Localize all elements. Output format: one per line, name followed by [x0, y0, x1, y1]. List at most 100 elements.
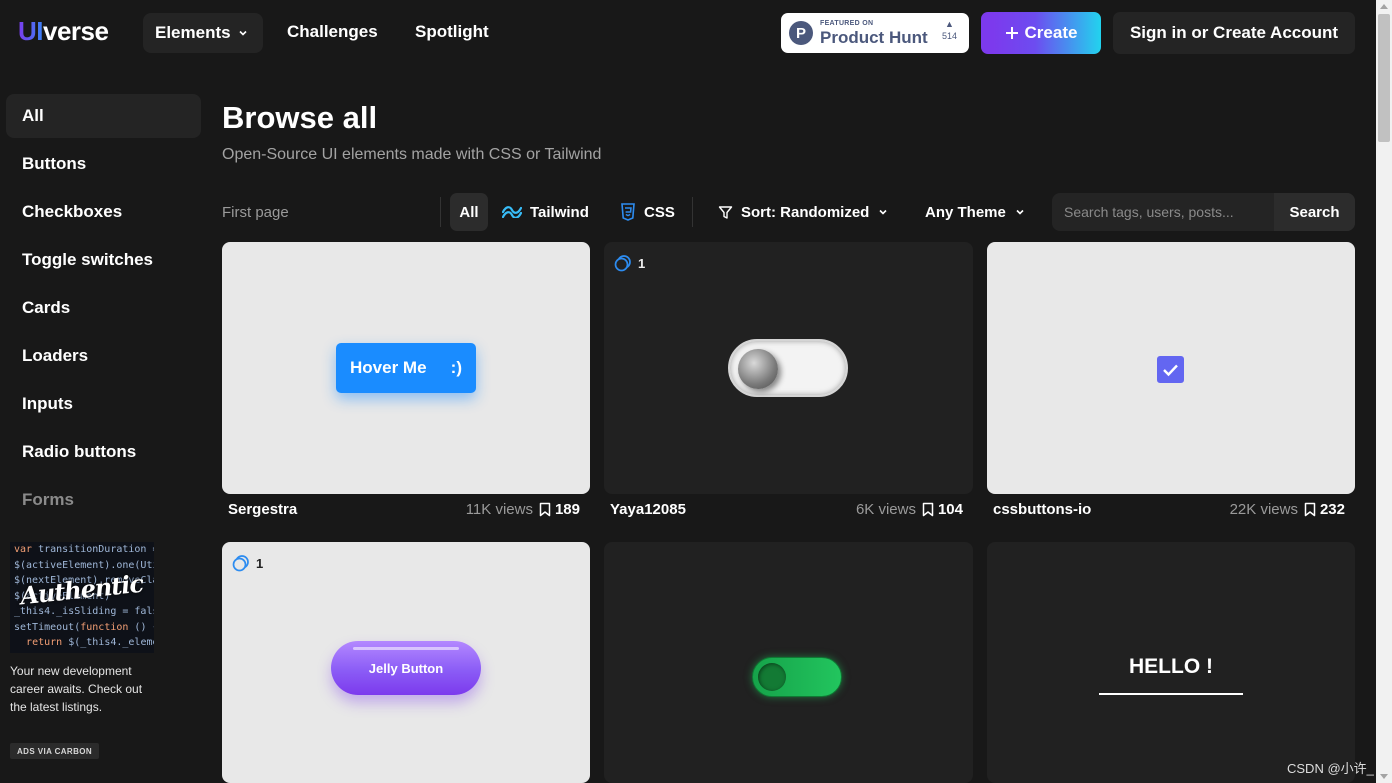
- scroll-thumb[interactable]: [1378, 14, 1390, 142]
- product-hunt-badge[interactable]: P FEATURED ON Product Hunt ▲ 514: [781, 13, 969, 53]
- toggle-knob: [758, 663, 786, 691]
- first-page-label: First page: [222, 204, 289, 221]
- carbon-ad-image[interactable]: var transitionDuration = Uti $(activeEle…: [10, 542, 154, 653]
- page-title: Browse all: [222, 100, 378, 135]
- page-subtitle: Open-Source UI elements made with CSS or…: [222, 146, 602, 163]
- element-card[interactable]: HELLO !: [987, 542, 1355, 783]
- sidebar-item-buttons[interactable]: Buttons: [6, 142, 201, 186]
- card-views: 22K views: [1229, 501, 1298, 518]
- element-card[interactable]: Hover Me :): [222, 242, 590, 494]
- filter-tailwind-label: Tailwind: [530, 203, 589, 221]
- page-scrollbar[interactable]: [1376, 0, 1392, 783]
- chevron-down-icon: [879, 209, 887, 215]
- product-hunt-count: 514: [941, 30, 957, 41]
- csdn-watermark: CSDN @小许_: [1287, 761, 1374, 776]
- card-saves[interactable]: 232: [1304, 501, 1345, 518]
- filter-css-label: CSS: [644, 203, 675, 221]
- product-hunt-icon: P: [789, 21, 813, 45]
- variants-indicator: 1: [232, 554, 263, 572]
- card-saves[interactable]: 189: [539, 501, 580, 518]
- signin-button[interactable]: Sign in or Create Account: [1113, 12, 1355, 54]
- toggle-knob: [738, 349, 778, 389]
- search-input[interactable]: [1052, 193, 1274, 231]
- card-author[interactable]: Sergestra: [228, 501, 297, 518]
- uiverse-logo[interactable]: UIverse: [18, 16, 109, 47]
- logo-ui: UI: [18, 16, 44, 46]
- create-label: Create: [1024, 23, 1078, 42]
- sort-label: Sort: Randomized: [741, 203, 870, 221]
- sidebar-item-checkboxes[interactable]: Checkboxes: [6, 190, 201, 234]
- hello-text-preview: HELLO !: [1129, 655, 1213, 678]
- bookmark-icon: [1304, 502, 1316, 517]
- chevron-down-icon: [239, 30, 247, 36]
- divider: [440, 197, 441, 227]
- css3-icon: [621, 203, 635, 221]
- sidebar-item-toggle-switches[interactable]: Toggle switches: [6, 238, 201, 282]
- checkbox-preview[interactable]: [1157, 356, 1184, 383]
- search-box: Search: [1052, 193, 1355, 231]
- element-card[interactable]: [987, 242, 1355, 494]
- upvote-icon: ▲: [945, 19, 954, 29]
- element-card[interactable]: 1: [604, 242, 973, 494]
- sidebar-item-inputs[interactable]: Inputs: [6, 382, 201, 426]
- bookmark-icon: [539, 502, 551, 517]
- filter-css-button[interactable]: CSS: [620, 193, 675, 231]
- sidebar-item-radio-buttons[interactable]: Radio buttons: [6, 430, 201, 474]
- card-views: 11K views: [465, 501, 533, 518]
- scroll-down-arrow[interactable]: [1380, 774, 1388, 779]
- challenges-link[interactable]: Challenges: [287, 22, 378, 42]
- variants-icon: [614, 255, 631, 272]
- product-hunt-featured: FEATURED ON: [820, 20, 874, 27]
- theme-label: Any Theme: [925, 203, 1006, 221]
- filter-bar: First page All Tailwind CSS Sort: Random…: [222, 193, 1355, 231]
- card-meta: Sergestra 11K views 189: [222, 501, 590, 521]
- card-author[interactable]: Yaya12085: [610, 501, 686, 518]
- variants-count: 1: [638, 255, 646, 271]
- variants-count: 1: [256, 555, 264, 571]
- sidebar-item-loaders[interactable]: Loaders: [6, 334, 201, 378]
- toggle-switch-preview[interactable]: [728, 339, 848, 397]
- divider: [692, 197, 693, 227]
- smiley-text: :): [450, 358, 462, 377]
- chevron-down-icon: [1016, 209, 1024, 215]
- bookmark-icon: [922, 502, 934, 517]
- sidebar-item-cards[interactable]: Cards: [6, 286, 201, 330]
- card-saves-count: 189: [554, 501, 580, 518]
- card-meta: cssbuttons-io 22K views 232: [987, 501, 1355, 521]
- hello-underline: [1099, 693, 1243, 695]
- card-saves-count: 104: [937, 501, 963, 518]
- element-card[interactable]: 1 Jelly Button: [222, 542, 590, 783]
- spotlight-link[interactable]: Spotlight: [415, 22, 489, 42]
- filter-all-button[interactable]: All: [450, 193, 488, 231]
- ad-text[interactable]: Your new development career awaits. Chec…: [10, 662, 150, 716]
- element-card[interactable]: [604, 542, 973, 783]
- create-button[interactable]: Create: [981, 12, 1101, 54]
- theme-dropdown[interactable]: Any Theme: [925, 193, 1026, 231]
- card-views: 6K views: [855, 501, 916, 518]
- card-saves-count: 232: [1319, 501, 1345, 518]
- search-button[interactable]: Search: [1274, 193, 1355, 231]
- card-author[interactable]: cssbuttons-io: [993, 501, 1091, 518]
- sidebar-item-forms[interactable]: Forms: [6, 478, 201, 522]
- elements-dropdown[interactable]: Elements: [143, 13, 263, 53]
- scroll-up-arrow[interactable]: [1380, 4, 1388, 9]
- funnel-icon: [718, 205, 733, 219]
- sort-dropdown[interactable]: Sort: Randomized: [718, 193, 889, 231]
- checkmark-icon: [1163, 364, 1178, 376]
- filter-tailwind-button[interactable]: Tailwind: [502, 193, 589, 231]
- hover-me-label: Hover Me: [350, 358, 427, 377]
- variants-icon: [232, 555, 249, 572]
- logo-verse: verse: [43, 16, 109, 46]
- card-meta: Yaya12085 6K views 104: [604, 501, 973, 521]
- product-hunt-name: Product Hunt: [820, 28, 928, 47]
- tailwind-icon: [502, 206, 522, 218]
- green-toggle-preview[interactable]: [752, 657, 842, 697]
- jelly-button-preview[interactable]: Jelly Button: [331, 641, 481, 695]
- card-saves[interactable]: 104: [922, 501, 963, 518]
- ads-via-carbon-badge[interactable]: ADS VIA CARBON: [10, 743, 100, 759]
- plus-icon: [1005, 27, 1018, 39]
- variants-indicator: 1: [614, 254, 645, 272]
- top-header: UIverse Elements Challenges Spotlight P …: [0, 0, 1376, 64]
- hover-me-button-preview[interactable]: Hover Me :): [336, 343, 476, 393]
- sidebar-item-all[interactable]: All: [6, 94, 201, 138]
